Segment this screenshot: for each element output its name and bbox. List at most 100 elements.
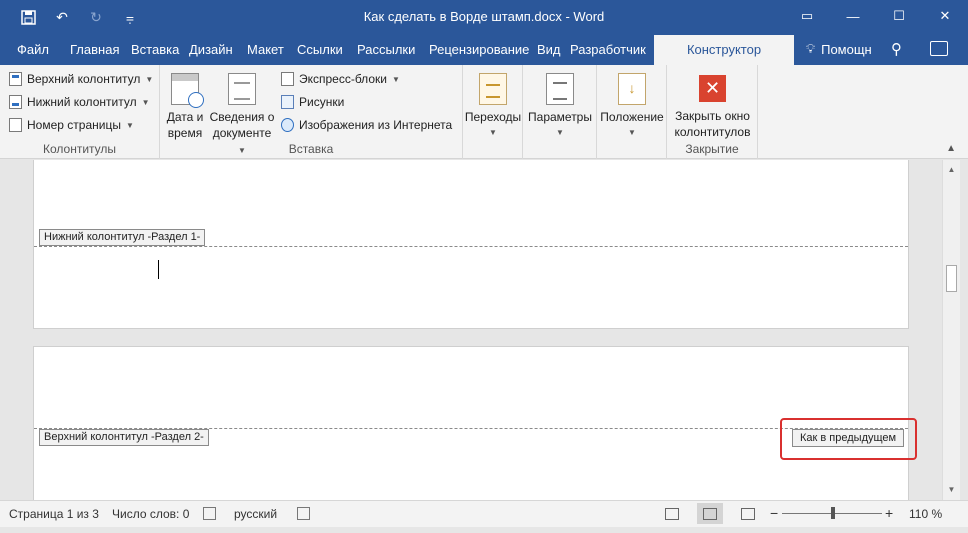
document-info-icon	[228, 73, 256, 105]
options-icon	[546, 73, 574, 105]
tab-home[interactable]: Главная	[70, 35, 119, 65]
online-pictures-icon	[281, 118, 294, 132]
document-info-label-2: документе	[212, 126, 272, 140]
share-user-icon[interactable]: ⚲	[891, 40, 902, 58]
close-x-icon: ✕	[699, 75, 726, 102]
zoom-in-button[interactable]: +	[885, 505, 893, 521]
date-time-label-1: Дата и	[166, 110, 204, 124]
tab-mailings[interactable]: Рассылки	[357, 35, 415, 65]
tab-insert[interactable]: Вставка	[131, 35, 179, 65]
header-icon	[9, 72, 22, 86]
help-search[interactable]: 💡︎ Помощн	[806, 41, 872, 57]
vertical-scrollbar[interactable]: ▲ ▼	[942, 160, 960, 500]
collapse-ribbon-icon[interactable]: ▲	[946, 143, 956, 154]
zoom-slider-thumb[interactable]	[831, 507, 835, 519]
header-section-2-label: Верхний колонтитул -Раздел 2-	[39, 429, 209, 446]
group-label-insert: Вставка	[288, 142, 334, 156]
page-number-label: Номер страницы	[27, 118, 121, 132]
options-label: Параметры	[528, 110, 592, 124]
print-layout-button[interactable]	[697, 503, 723, 524]
print-layout-icon	[703, 507, 717, 520]
date-time-button[interactable]: Дата и время	[165, 73, 205, 141]
tab-layout[interactable]: Макет	[247, 35, 284, 65]
group-label-headers-footers: Колонтитулы	[42, 142, 117, 156]
header-button-label: Верхний колонтитул	[27, 72, 141, 86]
tab-file[interactable]: Файл	[17, 35, 49, 65]
status-bar: Страница 1 из 3 Число слов: 0 русский − …	[0, 500, 968, 527]
navigation-label: Переходы	[464, 110, 522, 124]
document-area: Нижний колонтитул -Раздел 1- Верхний кол…	[0, 160, 942, 500]
tab-review[interactable]: Рецензирование	[429, 35, 529, 65]
window-bottom-edge	[0, 527, 968, 533]
close-icon[interactable]: ✕	[922, 0, 968, 32]
page-count[interactable]: Страница 1 из 3	[9, 507, 99, 521]
position-label: Положение	[600, 110, 664, 124]
close-header-footer-button[interactable]: ✕ Закрыть окно колонтитулов	[668, 75, 757, 140]
group-navigation: Переходы ▼	[463, 65, 523, 159]
scroll-up-icon[interactable]: ▲	[943, 162, 960, 178]
footer-section-1-label: Нижний колонтитул -Раздел 1-	[39, 229, 206, 246]
proofing-icon[interactable]	[203, 507, 216, 520]
read-mode-button[interactable]	[659, 503, 685, 524]
web-layout-icon	[741, 507, 755, 520]
window-edge	[960, 160, 968, 500]
highlight-box	[780, 418, 917, 460]
footer-boundary-line	[34, 246, 908, 247]
group-close: ✕ Закрыть окно колонтитулов Закрытие	[667, 65, 758, 159]
header-button[interactable]: Верхний колонтитул ▼	[9, 72, 153, 86]
dropdown-caret-icon: ▼	[489, 128, 497, 137]
web-layout-button[interactable]	[735, 503, 761, 524]
read-mode-icon	[665, 507, 679, 520]
macro-recording-icon[interactable]	[297, 507, 310, 520]
ribbon-display-icon[interactable]: ▭	[784, 0, 830, 32]
quick-parts-button[interactable]: Экспресс-блоки ▼	[281, 72, 400, 86]
scroll-down-icon[interactable]: ▼	[943, 482, 960, 498]
picture-icon	[281, 95, 294, 109]
zoom-out-button[interactable]: −	[770, 505, 778, 521]
navigation-button[interactable]: Переходы ▼	[464, 73, 522, 141]
title-bar: ↶ ↻ ⩦ Как сделать в Ворде штамп.docx - W…	[0, 0, 968, 35]
scroll-thumb[interactable]	[946, 265, 957, 292]
maximize-icon[interactable]: ☐	[876, 0, 922, 32]
page-1[interactable]: Нижний колонтитул -Раздел 1-	[33, 160, 909, 329]
pictures-button[interactable]: Рисунки	[281, 95, 344, 109]
comment-icon[interactable]	[930, 41, 948, 56]
position-icon	[618, 73, 646, 105]
dropdown-caret-icon: ▼	[391, 74, 400, 84]
page-2[interactable]: Верхний колонтитул -Раздел 2- Как в пред…	[33, 346, 917, 500]
close-header-footer-label-2: колонтитулов	[674, 125, 751, 139]
close-header-footer-label-1: Закрыть окно	[675, 109, 750, 123]
footer-button-label: Нижний колонтитул	[27, 95, 137, 109]
footer-icon	[9, 95, 22, 109]
tab-view[interactable]: Вид	[537, 35, 561, 65]
dropdown-caret-icon: ▼	[141, 97, 150, 107]
word-count[interactable]: Число слов: 0	[112, 507, 189, 521]
page-number-button[interactable]: Номер страницы ▼	[9, 118, 134, 132]
text-cursor	[158, 260, 159, 279]
page-number-icon	[9, 118, 22, 132]
tab-references[interactable]: Ссылки	[297, 35, 343, 65]
window-controls: ▭ — ☐ ✕	[784, 0, 968, 32]
group-insert: Дата и время Сведения о документе ▼ Эксп…	[160, 65, 463, 159]
online-pictures-button[interactable]: Изображения из Интернета	[281, 118, 452, 132]
pictures-label: Рисунки	[299, 95, 345, 109]
zoom-level[interactable]: 110 %	[909, 507, 942, 521]
language[interactable]: русский	[234, 507, 277, 521]
calendar-icon	[171, 73, 204, 108]
online-pictures-label: Изображения из Интернета	[299, 118, 453, 132]
options-button[interactable]: Параметры ▼	[524, 73, 596, 141]
navigation-icon	[479, 73, 507, 105]
tab-developer[interactable]: Разработчик	[570, 35, 646, 65]
tab-header-footer-design[interactable]: Конструктор	[654, 35, 794, 65]
tab-design[interactable]: Дизайн	[189, 35, 233, 65]
group-label-close: Закрытие	[685, 142, 739, 156]
quick-parts-icon	[281, 72, 294, 86]
dropdown-caret-icon: ▼	[125, 120, 134, 130]
ribbon: Верхний колонтитул ▼ Нижний колонтитул ▼…	[0, 65, 968, 159]
document-info-label-1: Сведения о	[209, 110, 275, 124]
minimize-icon[interactable]: —	[830, 0, 876, 32]
position-button[interactable]: Положение ▼	[598, 73, 666, 141]
group-position: Положение ▼	[597, 65, 667, 159]
footer-button[interactable]: Нижний колонтитул ▼	[9, 95, 150, 109]
help-label: Помощн	[821, 41, 872, 57]
